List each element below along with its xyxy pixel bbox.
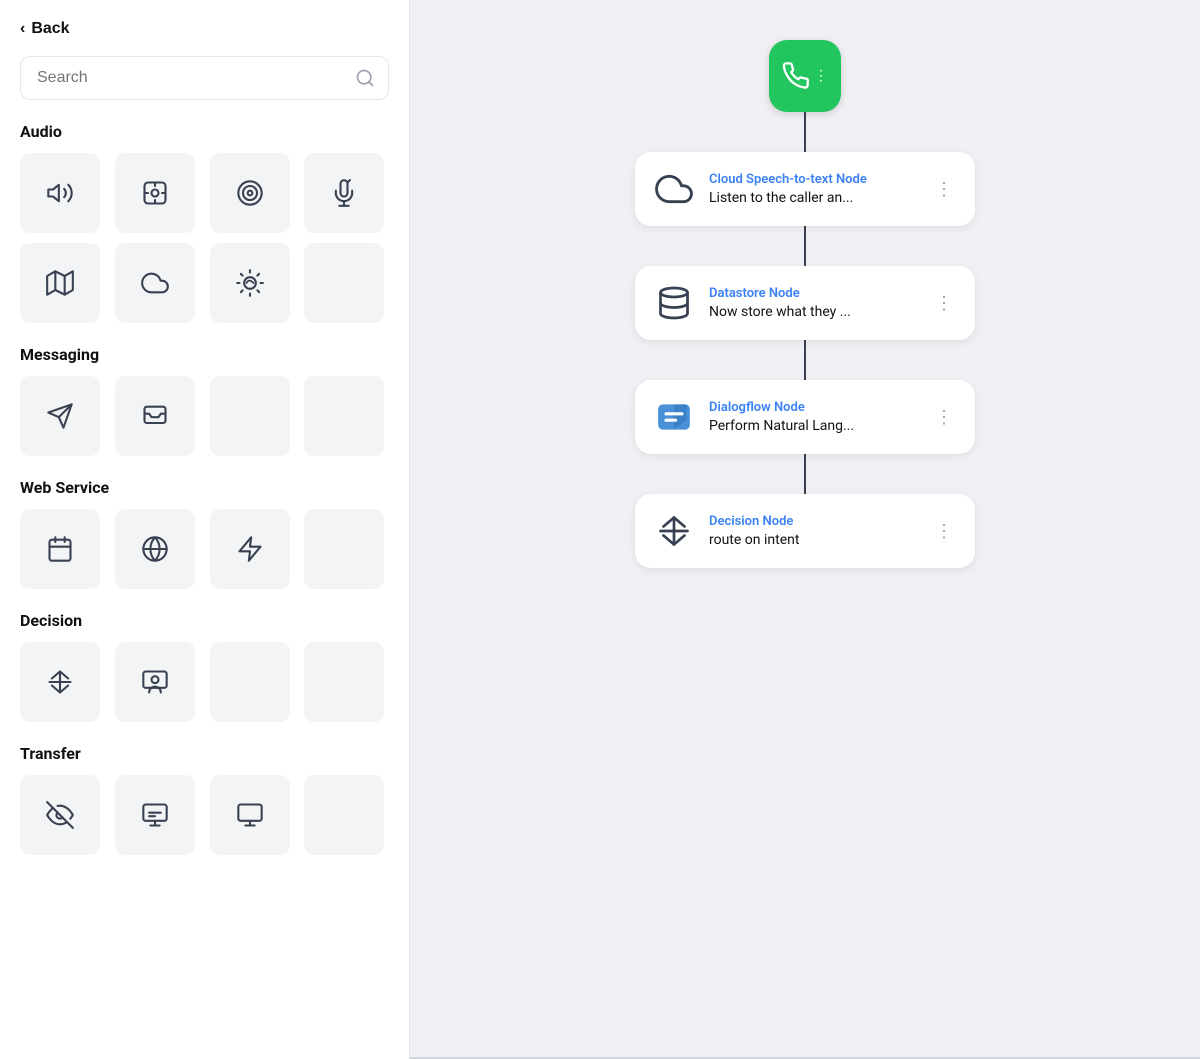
tile-audio-empty — [304, 243, 384, 323]
connector-line-2 — [804, 226, 806, 266]
search-input[interactable] — [20, 56, 389, 100]
datastore-content: Datastore Node Now store what they ... — [709, 286, 917, 320]
flow-canvas: ⋮ Cloud Speech-to-text Node Listen to th… — [410, 0, 1200, 1059]
category-audio: Audio — [20, 122, 389, 345]
datastore-menu-icon[interactable]: ⋮ — [931, 289, 957, 318]
connector-line-1 — [804, 112, 806, 152]
tile-ws-empty — [304, 509, 384, 589]
category-transfer: Transfer — [20, 744, 389, 877]
tile-mic[interactable] — [304, 153, 384, 233]
category-web-service-label: Web Service — [20, 478, 389, 497]
sidebar: ‹ Back Audio — [0, 0, 410, 1059]
decision-content: Decision Node route on intent — [709, 514, 917, 548]
cloud-speech-title: Cloud Speech-to-text Node — [709, 172, 917, 187]
flow-node-dialogflow[interactable]: Dialogflow Node Perform Natural Lang... … — [635, 380, 975, 454]
tile-dec-empty2 — [304, 642, 384, 722]
dialogflow-desc: Perform Natural Lang... — [709, 418, 917, 434]
tile-sun-spin[interactable] — [210, 243, 290, 323]
dialogflow-menu-icon[interactable]: ⋮ — [931, 403, 957, 432]
tile-msg-empty2 — [304, 376, 384, 456]
dialogflow-icon — [653, 396, 695, 438]
transfer-grid — [20, 775, 389, 855]
tile-globe[interactable] — [115, 509, 195, 589]
flow-node-decision[interactable]: Decision Node route on intent ⋮ — [635, 494, 975, 568]
connector-line-3 — [804, 340, 806, 380]
cloud-speech-content: Cloud Speech-to-text Node Listen to the … — [709, 172, 917, 206]
tile-dec-empty1 — [210, 642, 290, 722]
tile-volume[interactable] — [20, 153, 100, 233]
decision-desc: route on intent — [709, 532, 917, 548]
tile-map[interactable] — [20, 243, 100, 323]
category-decision: Decision — [20, 611, 389, 744]
start-node-icon: ⋮ — [782, 62, 828, 90]
dialogflow-content: Dialogflow Node Perform Natural Lang... — [709, 400, 917, 434]
start-node[interactable]: ⋮ — [769, 40, 841, 112]
cloud-speech-menu-icon[interactable]: ⋮ — [931, 175, 957, 204]
messaging-grid — [20, 376, 389, 456]
flow-node-cloud-speech[interactable]: Cloud Speech-to-text Node Listen to the … — [635, 152, 975, 226]
datastore-title: Datastore Node — [709, 286, 917, 301]
tile-eye-off[interactable] — [20, 775, 100, 855]
tile-monitor-dash[interactable] — [115, 775, 195, 855]
category-transfer-label: Transfer — [20, 744, 389, 763]
decision-node-icon — [653, 510, 695, 552]
category-web-service: Web Service — [20, 478, 389, 611]
decision-grid — [20, 642, 389, 722]
tile-bolt[interactable] — [210, 509, 290, 589]
tile-calendar[interactable] — [20, 509, 100, 589]
datastore-icon — [653, 282, 695, 324]
tile-target[interactable] — [210, 153, 290, 233]
tile-msg-empty1 — [210, 376, 290, 456]
decision-title: Decision Node — [709, 514, 917, 529]
category-messaging: Messaging — [20, 345, 389, 478]
category-messaging-label: Messaging — [20, 345, 389, 364]
audio-grid — [20, 153, 389, 323]
cloud-speech-icon — [653, 168, 695, 210]
back-chevron-icon: ‹ — [20, 20, 25, 38]
tile-inbox[interactable] — [115, 376, 195, 456]
tile-cloud[interactable] — [115, 243, 195, 323]
tile-monitor[interactable] — [210, 775, 290, 855]
back-button[interactable]: ‹ Back — [20, 20, 389, 38]
datastore-desc: Now store what they ... — [709, 304, 917, 320]
tile-split[interactable] — [20, 642, 100, 722]
dialogflow-title: Dialogflow Node — [709, 400, 917, 415]
tile-trans-empty — [304, 775, 384, 855]
connector-line-4 — [804, 454, 806, 494]
flow-container: ⋮ Cloud Speech-to-text Node Listen to th… — [625, 40, 985, 568]
tile-screen-person[interactable] — [115, 642, 195, 722]
category-decision-label: Decision — [20, 611, 389, 630]
tile-record-settings[interactable] — [115, 153, 195, 233]
search-wrapper — [20, 56, 389, 100]
category-audio-label: Audio — [20, 122, 389, 141]
tile-send[interactable] — [20, 376, 100, 456]
flow-node-datastore[interactable]: Datastore Node Now store what they ... ⋮ — [635, 266, 975, 340]
back-label: Back — [31, 20, 69, 38]
web-service-grid — [20, 509, 389, 589]
cloud-speech-desc: Listen to the caller an... — [709, 190, 917, 206]
decision-menu-icon[interactable]: ⋮ — [931, 517, 957, 546]
